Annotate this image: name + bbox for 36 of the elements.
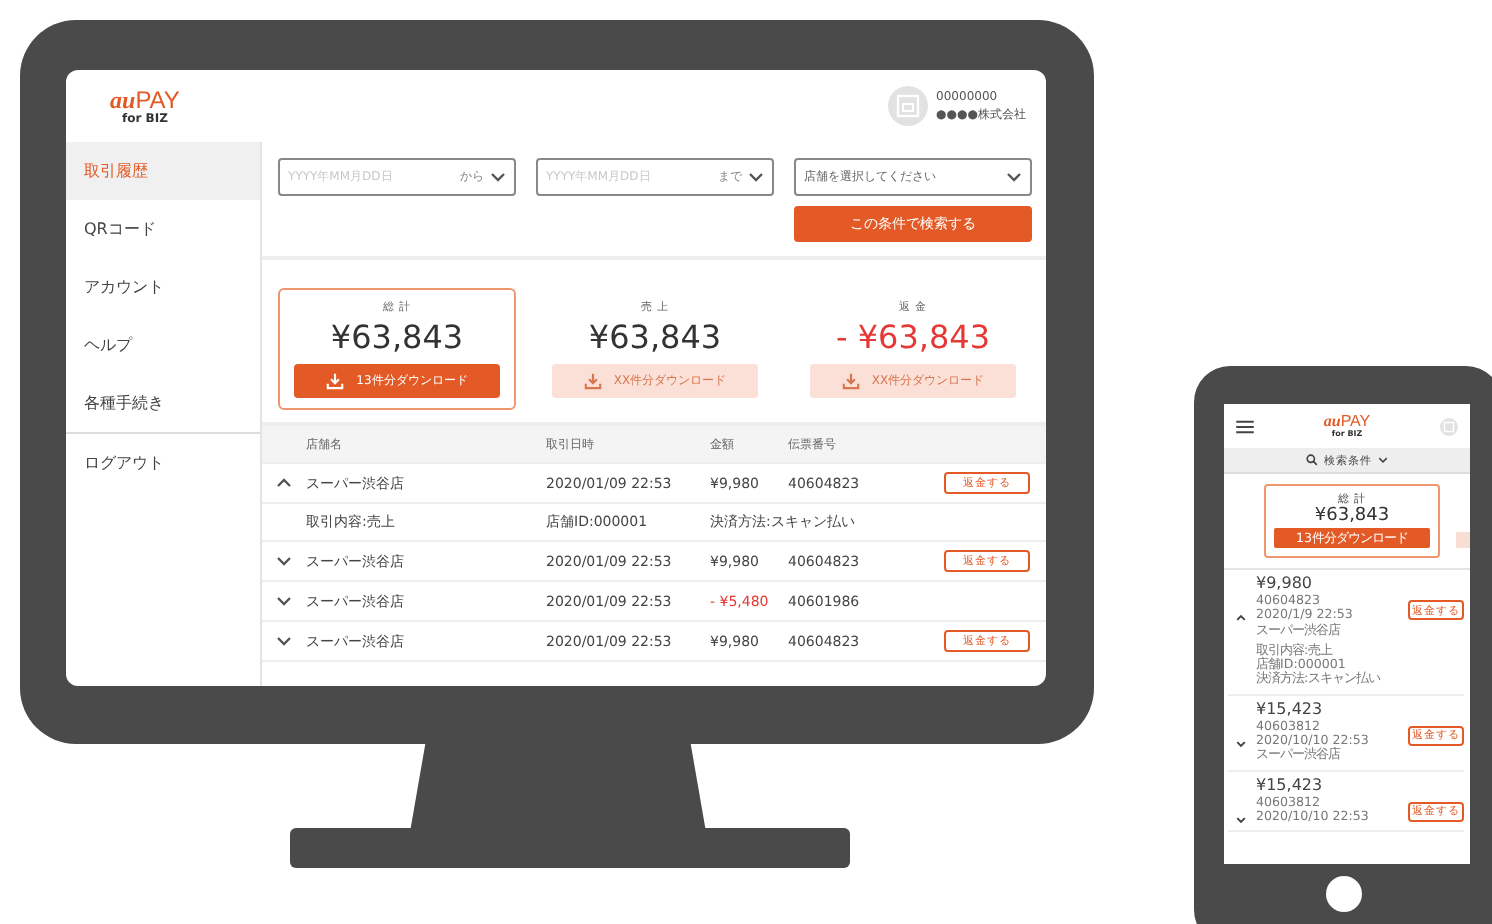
summary-amount: ¥63,843 xyxy=(1314,506,1390,528)
chevron-up-icon[interactable] xyxy=(276,478,292,488)
sidebar-item[interactable]: アカウント xyxy=(66,258,260,316)
download-icon xyxy=(841,372,860,390)
sidebar-item[interactable]: QRコード xyxy=(66,200,260,258)
chevron-down-icon xyxy=(1006,172,1022,182)
logo-au: au xyxy=(110,85,136,113)
summary-amount: ¥63,843 xyxy=(588,318,722,358)
chevron-down-icon[interactable] xyxy=(1236,815,1246,824)
home-button[interactable] xyxy=(1326,876,1362,912)
summary-amount: - ¥63,843 xyxy=(835,318,991,358)
download-icon xyxy=(583,372,602,390)
chevron-down-icon xyxy=(490,172,506,182)
logo-pay: PAY xyxy=(1340,412,1371,430)
chevron-up-icon[interactable] xyxy=(1236,614,1246,622)
logo-au: au xyxy=(1323,412,1341,430)
search-icon xyxy=(1306,454,1318,466)
download-icon xyxy=(326,372,345,390)
sidebar-item[interactable]: 取引履歴 xyxy=(66,142,260,200)
chevron-down-icon[interactable] xyxy=(276,596,292,606)
sidebar-item[interactable]: ログアウト xyxy=(66,432,260,492)
sidebar-item[interactable]: ヘルプ xyxy=(66,316,260,374)
summary-amount: ¥63,843 xyxy=(330,318,464,358)
chevron-down-icon xyxy=(748,172,764,182)
chevron-down-icon xyxy=(1378,456,1388,464)
chevron-down-icon[interactable] xyxy=(276,636,292,646)
chevron-down-icon[interactable] xyxy=(1236,739,1246,748)
shop-icon xyxy=(1440,417,1458,435)
transaction-amount: ¥15,423 xyxy=(1256,699,1325,720)
sidebar-item[interactable]: 各種手続き xyxy=(66,374,260,432)
transaction-amount: ¥9,980 xyxy=(1256,574,1314,594)
shop-icon xyxy=(888,86,929,126)
transaction-amount: ¥15,423 xyxy=(1256,775,1325,796)
menu-icon[interactable] xyxy=(1236,419,1254,433)
logo-pay: PAY xyxy=(135,85,180,113)
chevron-down-icon[interactable] xyxy=(276,556,292,566)
